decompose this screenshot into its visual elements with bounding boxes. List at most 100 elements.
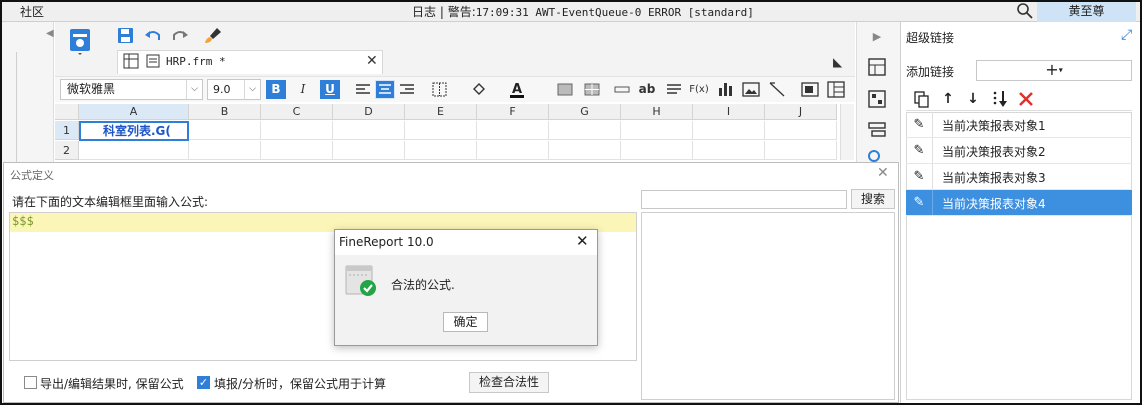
text-insert-button[interactable]: ab [637,80,657,99]
delete-icon[interactable] [1016,89,1036,109]
log-label[interactable]: 日志 [412,5,436,19]
corner-cell[interactable] [55,104,79,120]
cell[interactable] [477,141,549,160]
formula-text[interactable]: $$$ [12,214,34,228]
condition-icon[interactable] [866,118,888,140]
align-left-icon[interactable] [353,80,373,99]
template-icon[interactable] [68,28,94,56]
sort-icon[interactable] [990,89,1010,109]
column-header[interactable]: G [549,104,621,120]
function-search-input[interactable] [641,190,847,209]
border-icon[interactable] [430,80,450,99]
grid-icon[interactable] [123,53,139,69]
form-icon[interactable] [800,80,820,99]
list-item[interactable]: ✎ 当前决策报表对象1 [906,112,1132,138]
font-family-select[interactable]: 微软雅黑 ⌵ [60,79,203,100]
collapse-panel-icon[interactable]: ⤢ [1121,27,1132,43]
close-icon[interactable]: ✕ [576,232,589,250]
keep-formula-fill-checkbox[interactable]: ✓ [197,376,210,389]
close-icon[interactable]: ✕ [877,165,889,181]
cell[interactable] [189,121,261,140]
cell[interactable] [477,121,549,140]
copy-icon[interactable] [912,89,932,109]
fill-color-icon[interactable] [470,80,490,99]
column-header[interactable]: J [765,104,837,120]
move-up-icon[interactable]: ↑ [938,89,958,109]
column-header[interactable]: H [621,104,693,120]
widget-icon[interactable] [866,88,888,110]
search-icon[interactable] [1016,2,1034,20]
list-item-selected[interactable]: ✎ 当前决策报表对象4 [906,190,1132,216]
cell[interactable] [765,141,837,160]
format-brush-icon[interactable] [203,27,223,45]
vertical-scrollbar[interactable] [840,104,854,160]
merge-cells-icon[interactable] [555,80,575,99]
split-cells-icon[interactable] [582,80,602,99]
pencil-icon[interactable]: ✎ [906,138,933,163]
redo-icon[interactable] [170,27,190,45]
pencil-icon[interactable]: ✎ [906,112,933,137]
sub-report-icon[interactable] [826,80,846,99]
check-validity-button[interactable]: 检查合法性 [469,372,549,393]
add-link-button[interactable]: +▾ [976,60,1132,81]
function-list[interactable] [641,212,895,400]
cell[interactable] [621,121,693,140]
column-header[interactable]: I [693,104,765,120]
underline-button[interactable]: U [320,80,340,99]
column-header[interactable]: B [189,104,261,120]
image-icon[interactable] [741,80,761,99]
user-name[interactable]: 黄至尊 [1037,2,1136,22]
expand-icon[interactable]: ◣ [833,55,842,69]
community-link[interactable]: 社区 [20,3,44,20]
cell[interactable] [261,141,333,160]
cell[interactable] [549,141,621,160]
close-tab-icon[interactable]: ✕ [366,53,378,69]
hyperlink-icon[interactable] [866,148,888,162]
list-item[interactable]: ✎ 当前决策报表对象2 [906,138,1132,164]
row-header[interactable]: 1 [55,121,79,140]
cell[interactable] [693,141,765,160]
column-header[interactable]: D [333,104,405,120]
font-size-select[interactable]: 9.0 ⌵ [207,79,261,100]
row-header[interactable]: 2 [55,141,79,160]
move-down-icon[interactable]: ↓ [963,89,983,109]
column-header[interactable]: C [261,104,333,120]
dialog-titlebar[interactable] [4,163,898,185]
cell[interactable] [79,141,189,160]
cell[interactable] [189,141,261,160]
cell[interactable] [621,141,693,160]
pencil-icon[interactable]: ✎ [906,164,933,189]
cell[interactable] [405,121,477,140]
column-header[interactable]: F [477,104,549,120]
cell[interactable] [693,121,765,140]
list-item[interactable]: ✎ 当前决策报表对象3 [906,164,1132,190]
ok-button[interactable]: 确定 [443,312,488,332]
align-center-icon[interactable] [375,80,395,99]
column-header[interactable]: A [79,104,189,120]
align-right-icon[interactable] [397,80,417,99]
pencil-icon[interactable]: ✎ [906,190,933,215]
save-icon[interactable] [116,27,136,45]
keep-formula-export-checkbox[interactable] [24,376,37,389]
italic-button[interactable]: I [293,80,313,99]
cell[interactable] [261,121,333,140]
cell[interactable] [333,121,405,140]
slash-icon[interactable] [767,80,787,99]
formula-button[interactable]: F(x) [689,80,709,99]
cell[interactable] [549,121,621,140]
search-button[interactable]: 搜索 [851,189,895,209]
cell[interactable] [333,141,405,160]
undo-icon[interactable] [143,27,163,45]
insert-cell-icon[interactable] [612,80,632,99]
rich-text-icon[interactable] [664,80,684,99]
expand-right-icon[interactable]: ▶ [866,26,888,48]
column-header[interactable]: E [405,104,477,120]
bar-chart-icon[interactable] [716,80,736,99]
collapse-left-icon[interactable]: ◀ [46,28,54,39]
cell-attr-icon[interactable] [866,56,888,78]
cell[interactable] [405,141,477,160]
cell-a1[interactable]: 科室列表.G( [79,121,189,141]
font-color-icon[interactable]: A [507,80,527,99]
cell[interactable] [765,121,837,140]
bold-button[interactable]: B [266,80,286,99]
